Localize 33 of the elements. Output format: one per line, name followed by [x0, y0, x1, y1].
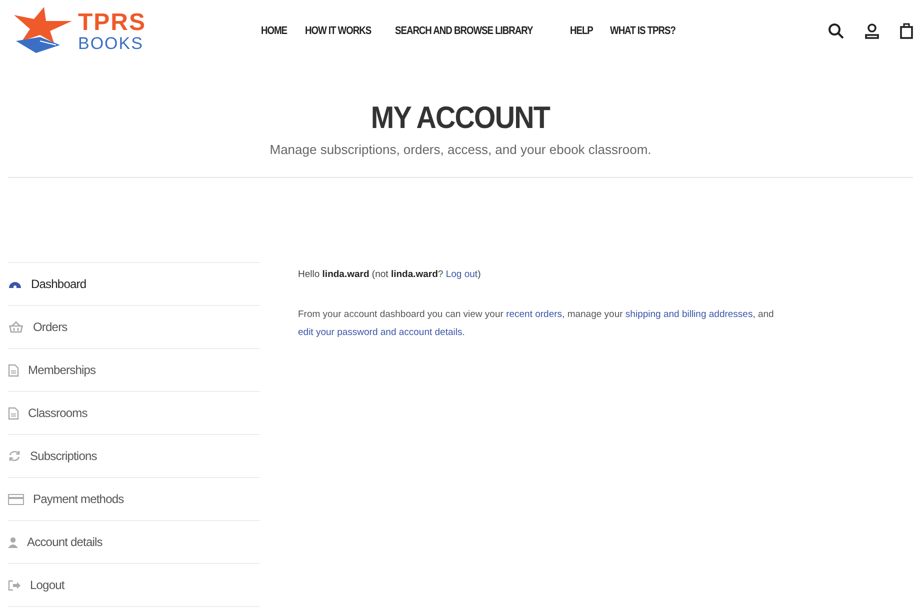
page-title: MY ACCOUNT — [371, 100, 550, 136]
nav-link[interactable]: HOW IT WORKS — [304, 25, 371, 37]
sidebar-item[interactable]: Payment methods — [8, 478, 260, 520]
page-subtitle: Manage subscriptions, orders, access, and your ebook classroom. — [270, 142, 652, 157]
sidebar-item[interactable]: Account details — [8, 521, 260, 563]
sidebar-item[interactable]: Dashboard — [8, 263, 260, 305]
text-link[interactable]: recent orders — [506, 309, 562, 320]
sidebar-item[interactable]: Subscriptions — [8, 435, 260, 477]
nav-link[interactable]: WHAT IS TPRS? — [610, 25, 676, 37]
text-link[interactable]: edit your password and account details — [298, 327, 462, 338]
dashboard-intro-text: From your account dashboard you can view your recent orders, manage your shipping and billing addresses, and edit your password and account details. — [298, 308, 775, 340]
sign-out-icon — [8, 580, 21, 590]
credit-card-icon — [8, 494, 24, 504]
search-icon[interactable] — [828, 23, 844, 39]
sidebar-item[interactable]: Logout — [8, 564, 260, 606]
basket-icon — [8, 321, 24, 333]
refresh-icon — [8, 450, 21, 462]
logo-subtext[interactable]: BOOKS — [78, 34, 146, 52]
person-icon — [8, 536, 18, 548]
shopping-bag-icon[interactable] — [900, 23, 913, 39]
document-icon — [8, 406, 19, 420]
nav-link[interactable]: HELP — [570, 25, 594, 37]
nav-link[interactable]: SEARCH AND BROWSE LIBRARY — [395, 25, 534, 37]
dashboard-gauge-icon — [8, 279, 22, 289]
sidebar-item[interactable]: Classrooms — [8, 392, 260, 434]
greeting-text: Hello linda.ward (not linda.ward? Log out) — [298, 268, 482, 282]
text-link[interactable]: shipping and billing addresses — [625, 309, 753, 320]
nav-link[interactable]: HOME — [261, 25, 288, 37]
sidebar-item[interactable]: Memberships — [8, 349, 260, 391]
document-icon — [8, 364, 19, 376]
log-out-link[interactable]: Log out — [446, 269, 478, 280]
user-icon[interactable] — [864, 23, 880, 39]
sidebar-item[interactable]: Orders — [8, 306, 260, 348]
